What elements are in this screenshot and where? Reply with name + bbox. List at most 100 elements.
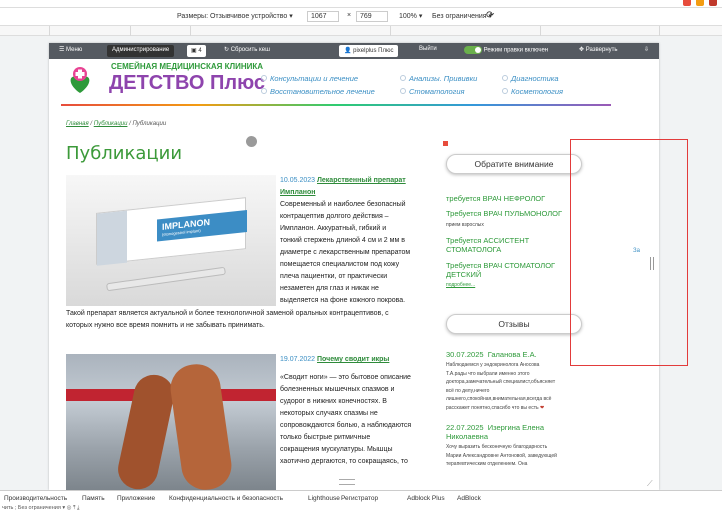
- publication-card: 19.07.2022 Почему сводит икры «Сводит но…: [280, 354, 430, 468]
- publication-text-line: контрацептив долгого действия –: [280, 213, 389, 220]
- user-button[interactable]: 👤 pixelplus Плюс: [339, 45, 399, 57]
- loading-indicator: [246, 136, 257, 147]
- expand-button[interactable]: ✥ Развернуть: [579, 46, 618, 53]
- nav-link[interactable]: Восстановительное лечение: [270, 87, 375, 96]
- review-author: Изергина Елена: [487, 423, 544, 432]
- throttling-select[interactable]: Без ограничения ▾: [432, 12, 492, 20]
- header-divider: [61, 104, 611, 106]
- user-name: pixelplus Плюс: [353, 48, 394, 54]
- upload-icon[interactable]: ⤒: [73, 505, 75, 511]
- tab-memory[interactable]: Память: [82, 495, 105, 502]
- nav-bullet-icon: [400, 75, 406, 81]
- device-toolbar: Размеры: Отзывчивое устройство ▾ 1067 × …: [0, 8, 722, 26]
- publication-text-line: помещается специалистом под кожу: [280, 261, 400, 268]
- vacancy-link[interactable]: требуется ВРАЧ НЕФРОЛОГ: [446, 194, 545, 203]
- publication-tail: Такой препарат является актуальной и бол…: [66, 308, 436, 332]
- nav-link[interactable]: Косметология: [511, 87, 563, 96]
- publication-text-line: Современный и наиболее безопасный: [280, 201, 406, 208]
- reset-cache-label: Сбросить кеш: [230, 47, 270, 53]
- badge-counter[interactable]: ▣ 4: [187, 45, 206, 57]
- tab-adblock-plus[interactable]: Adblock Plus: [407, 495, 445, 502]
- clinic-logo[interactable]: СЕМЕЙНАЯ МЕДИЦИНСКАЯ КЛИНИКА ДЕТСТВО Плю…: [61, 61, 265, 103]
- menu-button[interactable]: ☰ Меню: [59, 46, 82, 53]
- publication-text-line: некоторых случаях спазмы не: [280, 410, 378, 417]
- reviews-button[interactable]: Отзывы: [446, 314, 582, 334]
- logo-text-main: ДЕТСТВО Плюс: [109, 72, 266, 94]
- nav-link[interactable]: Стоматология: [409, 87, 465, 96]
- logout-button[interactable]: Выйти: [419, 46, 437, 52]
- review-line: Хочу выразить бесконечную благодарность: [446, 444, 548, 450]
- review-author-cont: Николаевна: [446, 432, 488, 441]
- breadcrumb: Главная / Публикации / Публикации: [66, 121, 166, 127]
- publication-text-line: тонкий стержень длиной 4 см и 2 мм в: [280, 237, 405, 244]
- vacancy-link[interactable]: Требуется АССИСТЕНТ: [446, 236, 529, 245]
- edit-mode-toggle[interactable]: Режим правки включен: [464, 46, 548, 54]
- toggle-switch[interactable]: [464, 46, 482, 54]
- tab-adblock[interactable]: AdBlock: [457, 495, 481, 502]
- publication-title-link[interactable]: Лекарственный препарат: [317, 177, 406, 184]
- attention-button[interactable]: Обратите внимание: [446, 154, 582, 174]
- product-label: IMPLANON (etonogestrel implant): [157, 210, 247, 242]
- review-line: Т.А.рады что выбрали именно этого: [446, 370, 530, 377]
- vacancy-link[interactable]: ДЕТСКИЙ: [446, 270, 481, 279]
- administration-button[interactable]: Администрирование: [107, 45, 175, 57]
- publication-text-line: Импланон. Аккуратный, гибкий и: [280, 225, 387, 232]
- tab-performance[interactable]: Производительность: [4, 495, 67, 502]
- pin-icon[interactable]: ⇩: [644, 46, 649, 53]
- tab-recorder[interactable]: Регистратор: [341, 495, 378, 502]
- nav-link[interactable]: Консультации и лечение: [270, 74, 358, 83]
- review-line: Наблюдаемся у эндокринолога Аносова: [446, 362, 540, 368]
- status-text: чить ; Без ограничения ▾: [2, 505, 66, 511]
- expand-label: Развернуть: [585, 47, 618, 53]
- height-input[interactable]: 769: [356, 11, 388, 22]
- publication-image[interactable]: [66, 354, 276, 490]
- devtools-status: чить ; Без ограничения ▾ ◎ ⤒ ⤓: [0, 505, 722, 512]
- corner-resize-icon[interactable]: ⟋: [647, 479, 653, 489]
- menu-label: Меню: [66, 47, 83, 53]
- publication-text-line: только быстрые ритмичные: [280, 434, 371, 441]
- publication-text-line: выделяется на фоне кожного покрова.: [280, 297, 406, 304]
- extension-icon[interactable]: [683, 0, 691, 6]
- nav-link[interactable]: Диагностика: [511, 74, 559, 83]
- zoom-select[interactable]: 100% ▾: [399, 12, 422, 20]
- nav-bullet-icon: [261, 75, 267, 81]
- download-icon[interactable]: ⤓: [77, 505, 79, 511]
- product-box: IMPLANON (etonogestrel implant): [96, 197, 247, 266]
- extension-icon[interactable]: [709, 0, 717, 6]
- breadcrumb-home[interactable]: Главная: [66, 121, 89, 127]
- extension-icon[interactable]: [696, 0, 704, 6]
- tab-privacy-security[interactable]: Конфиденциальность и безопасность: [169, 495, 283, 502]
- publication-title-link[interactable]: Импланон: [280, 189, 316, 196]
- image-shape: [167, 361, 235, 490]
- breadcrumb-section[interactable]: Публикации: [94, 121, 128, 127]
- vacancy-link[interactable]: СТОМАТОЛОГА: [446, 245, 501, 254]
- vacancy-link[interactable]: Требуется ВРАЧ ПУЛЬМОНОЛОГ: [446, 209, 562, 218]
- box-side: [97, 210, 127, 266]
- applicator: [106, 266, 226, 292]
- review-line: лишнего,спокойная,внимательная,всегда вс…: [446, 396, 552, 402]
- publication-text-line: диаметре с лекарственным препаратом: [280, 249, 411, 256]
- reset-cache-button[interactable]: ↻ Сбросить кеш: [224, 46, 270, 53]
- devtools-panel: Производительность Память Приложение Кон…: [0, 490, 722, 512]
- publication-text-line: незаметен для глаз и никак не: [280, 285, 379, 292]
- tab-lighthouse[interactable]: Lighthouse: [308, 495, 340, 502]
- admin-bar: ☰ Меню Администрирование ▣ 4 ↻ Сбросить …: [49, 43, 659, 59]
- dimensions-select[interactable]: Размеры: Отзывчивое устройство ▾: [177, 12, 293, 20]
- review-text: Наблюдаемся у эндокринолога Аносова Т.А.…: [446, 361, 586, 412]
- wifi-icon[interactable]: ◎: [67, 505, 72, 511]
- nav-bullet-icon: [261, 88, 267, 94]
- review-line: расскажет понятно,спасибо что вы есть: [446, 404, 539, 411]
- ruler: [0, 26, 722, 36]
- review-header: 22.07.2025 Изергина Елена: [446, 423, 544, 432]
- badge-count: 4: [198, 48, 202, 54]
- publication-image[interactable]: IMPLANON (etonogestrel implant): [66, 175, 276, 306]
- tab-application[interactable]: Приложение: [117, 495, 155, 502]
- width-input[interactable]: 1067: [307, 11, 339, 22]
- review-line: Марии Александровне Антоновой, заведующе…: [446, 452, 557, 459]
- bottom-resize-handle[interactable]: [339, 479, 355, 485]
- publication-title-link[interactable]: Почему сводит икры: [317, 356, 389, 363]
- rotate-icon[interactable]: ⟳: [486, 10, 494, 21]
- vacancy-link[interactable]: Требуется ВРАЧ СТОМАТОЛОГ: [446, 261, 555, 270]
- more-link[interactable]: подробнее...: [446, 282, 475, 288]
- nav-link[interactable]: Анализы. Прививки: [409, 74, 477, 83]
